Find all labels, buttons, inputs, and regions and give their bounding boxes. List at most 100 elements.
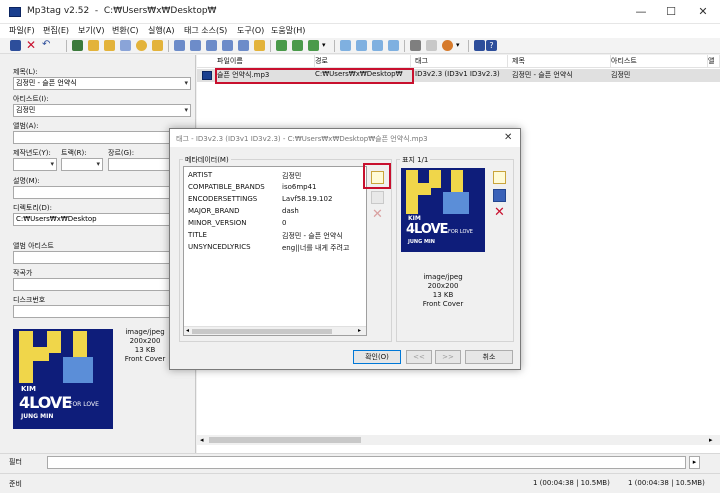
cover-art-image[interactable]: KIM 4LOVE JUNG MIN FOR LOVE (13, 329, 113, 429)
copy-field-icon[interactable] (371, 191, 384, 204)
web-icon[interactable] (442, 40, 453, 51)
actions-dropdown-icon[interactable]: ▾ (322, 40, 333, 51)
refresh-icon[interactable] (72, 40, 83, 51)
metadata-value[interactable]: Lavf58.19.102 (282, 195, 332, 203)
options-icon[interactable] (410, 40, 421, 51)
web-dropdown-icon[interactable]: ▾ (456, 40, 467, 51)
remove-field-icon[interactable]: ✕ (371, 208, 384, 222)
scrollbar-thumb[interactable] (192, 329, 332, 334)
metadata-value[interactable]: eng||너를 내게 주려고 (282, 243, 349, 253)
help-icon[interactable]: ? (486, 40, 497, 51)
ok-button[interactable]: 확인(O) (353, 350, 401, 364)
album-field[interactable]: ▾ (13, 131, 191, 144)
minimize-button[interactable]: — (626, 3, 656, 21)
list-view-icon[interactable] (426, 40, 437, 51)
chevron-down-icon[interactable]: ▾ (184, 78, 188, 89)
export-icon[interactable] (238, 40, 249, 51)
menu-file[interactable]: 파일(F) (9, 25, 35, 36)
delete-tag-icon[interactable]: ✕ (26, 39, 37, 51)
metadata-key[interactable]: TITLE (188, 231, 207, 239)
select-all-icon[interactable] (120, 40, 131, 51)
musicbrainz-icon[interactable] (388, 40, 399, 51)
menu-tools[interactable]: 도구(O) (237, 25, 264, 36)
metadata-value[interactable]: 0 (282, 219, 286, 227)
column-title[interactable]: 제목 (508, 55, 611, 68)
column-path[interactable]: 경로 (315, 55, 411, 68)
column-tag[interactable]: 태그 (411, 55, 508, 68)
column-filename[interactable]: 파일이름 (197, 55, 315, 68)
album-artist-field[interactable] (13, 251, 191, 264)
previous-button[interactable]: << (406, 350, 432, 364)
add-cover-icon[interactable] (493, 171, 506, 184)
metadata-key[interactable]: MAJOR_BRAND (188, 207, 240, 215)
add-dir-icon[interactable] (104, 40, 115, 51)
metadata-hscrollbar[interactable]: ◂ ▸ (184, 326, 366, 335)
metadata-key[interactable]: ENCODERSETTINGS (188, 195, 257, 203)
metadata-key[interactable]: COMPATIBLE_BRANDS (188, 183, 265, 191)
favorites-icon[interactable] (136, 40, 147, 51)
maximize-button[interactable]: ☐ (656, 3, 686, 21)
dialog-close-button[interactable]: ✕ (504, 132, 512, 143)
scrollbar-thumb[interactable] (209, 437, 361, 443)
disc-number-field[interactable] (13, 305, 191, 318)
save-cover-icon[interactable] (493, 189, 506, 202)
directory-field[interactable]: C:₩Users₩x₩Desktop ▾ (13, 213, 191, 226)
discogs-icon[interactable] (372, 40, 383, 51)
row-tag[interactable]: ID3v2.3 (ID3v1 ID3v2.3) (415, 70, 500, 78)
metadata-key[interactable]: MINOR_VERSION (188, 219, 247, 227)
scroll-left-icon[interactable]: ◂ (186, 327, 189, 334)
playlist-icon[interactable] (152, 40, 163, 51)
comment-field[interactable]: ▾ (13, 186, 191, 199)
filter-go-button[interactable]: ▸ (689, 456, 700, 469)
save-icon[interactable] (10, 40, 21, 51)
menu-tag-sources[interactable]: 태그 소스(S) (184, 25, 227, 36)
menu-help[interactable]: 도움말(H) (271, 25, 305, 36)
close-button[interactable]: ✕ (688, 3, 718, 21)
playlist-create-icon[interactable] (254, 40, 265, 51)
next-button[interactable]: >> (435, 350, 461, 364)
tag-tag-icon[interactable] (222, 40, 233, 51)
metadata-value[interactable]: 김정민 (282, 171, 301, 181)
chevron-down-icon[interactable]: ▾ (96, 159, 100, 170)
filename-tag-icon[interactable] (190, 40, 201, 51)
menu-convert[interactable]: 변환(C) (112, 25, 139, 36)
case-conversion-icon[interactable] (276, 40, 287, 51)
horizontal-scrollbar[interactable]: ◂ ▸ (197, 435, 720, 445)
metadata-value[interactable]: dash (282, 207, 299, 215)
metadata-value[interactable]: iso6mp41 (282, 183, 317, 191)
metadata-key[interactable]: UNSYNCEDLYRICS (188, 243, 251, 251)
scroll-right-icon[interactable]: ▸ (709, 436, 713, 444)
freedb-icon[interactable] (356, 40, 367, 51)
column-artist[interactable]: 아티스트 (611, 55, 708, 68)
column-album[interactable]: 앨 (708, 55, 720, 68)
scroll-left-icon[interactable]: ◂ (200, 436, 204, 444)
metadata-list[interactable]: ARTIST 김정민 COMPATIBLE_BRANDS iso6mp41 EN… (183, 166, 367, 336)
change-dir-icon[interactable] (88, 40, 99, 51)
scroll-right-icon[interactable]: ▸ (358, 327, 361, 334)
filter-input[interactable] (47, 456, 686, 469)
artist-field[interactable]: 김정민 ▾ (13, 104, 191, 117)
text-tag-icon[interactable] (206, 40, 217, 51)
menu-actions[interactable]: 실행(A) (148, 25, 174, 36)
replace-icon[interactable] (292, 40, 303, 51)
composer-field[interactable] (13, 278, 191, 291)
dialog-cover-art-image[interactable]: KIM 4LOVE JUNG MIN FOR LOVE (401, 168, 485, 252)
year-field[interactable]: ▾ (13, 158, 57, 171)
metadata-value[interactable]: 김정민 - 슬픈 언약식 (282, 231, 343, 241)
chevron-down-icon[interactable]: ▾ (50, 159, 54, 170)
menu-view[interactable]: 보기(V) (78, 25, 104, 36)
row-title[interactable]: 김정민 - 슬픈 언약식 (512, 70, 573, 80)
actions-icon[interactable] (308, 40, 319, 51)
tag-sources-icon[interactable] (340, 40, 351, 51)
menu-edit[interactable]: 편집(E) (43, 25, 69, 36)
cancel-button[interactable]: 취소 (465, 350, 513, 364)
track-field[interactable]: ▾ (61, 158, 103, 171)
remove-cover-icon[interactable]: ✕ (493, 206, 506, 220)
settings-icon[interactable] (474, 40, 485, 51)
row-artist[interactable]: 김정민 (611, 70, 630, 80)
tag-filename-icon[interactable] (174, 40, 185, 51)
undo-icon[interactable]: ↶ (42, 40, 53, 51)
chevron-down-icon[interactable]: ▾ (184, 105, 188, 116)
metadata-key[interactable]: ARTIST (188, 171, 212, 179)
title-field[interactable]: 김정민 - 슬픈 언약식 ▾ (13, 77, 191, 90)
